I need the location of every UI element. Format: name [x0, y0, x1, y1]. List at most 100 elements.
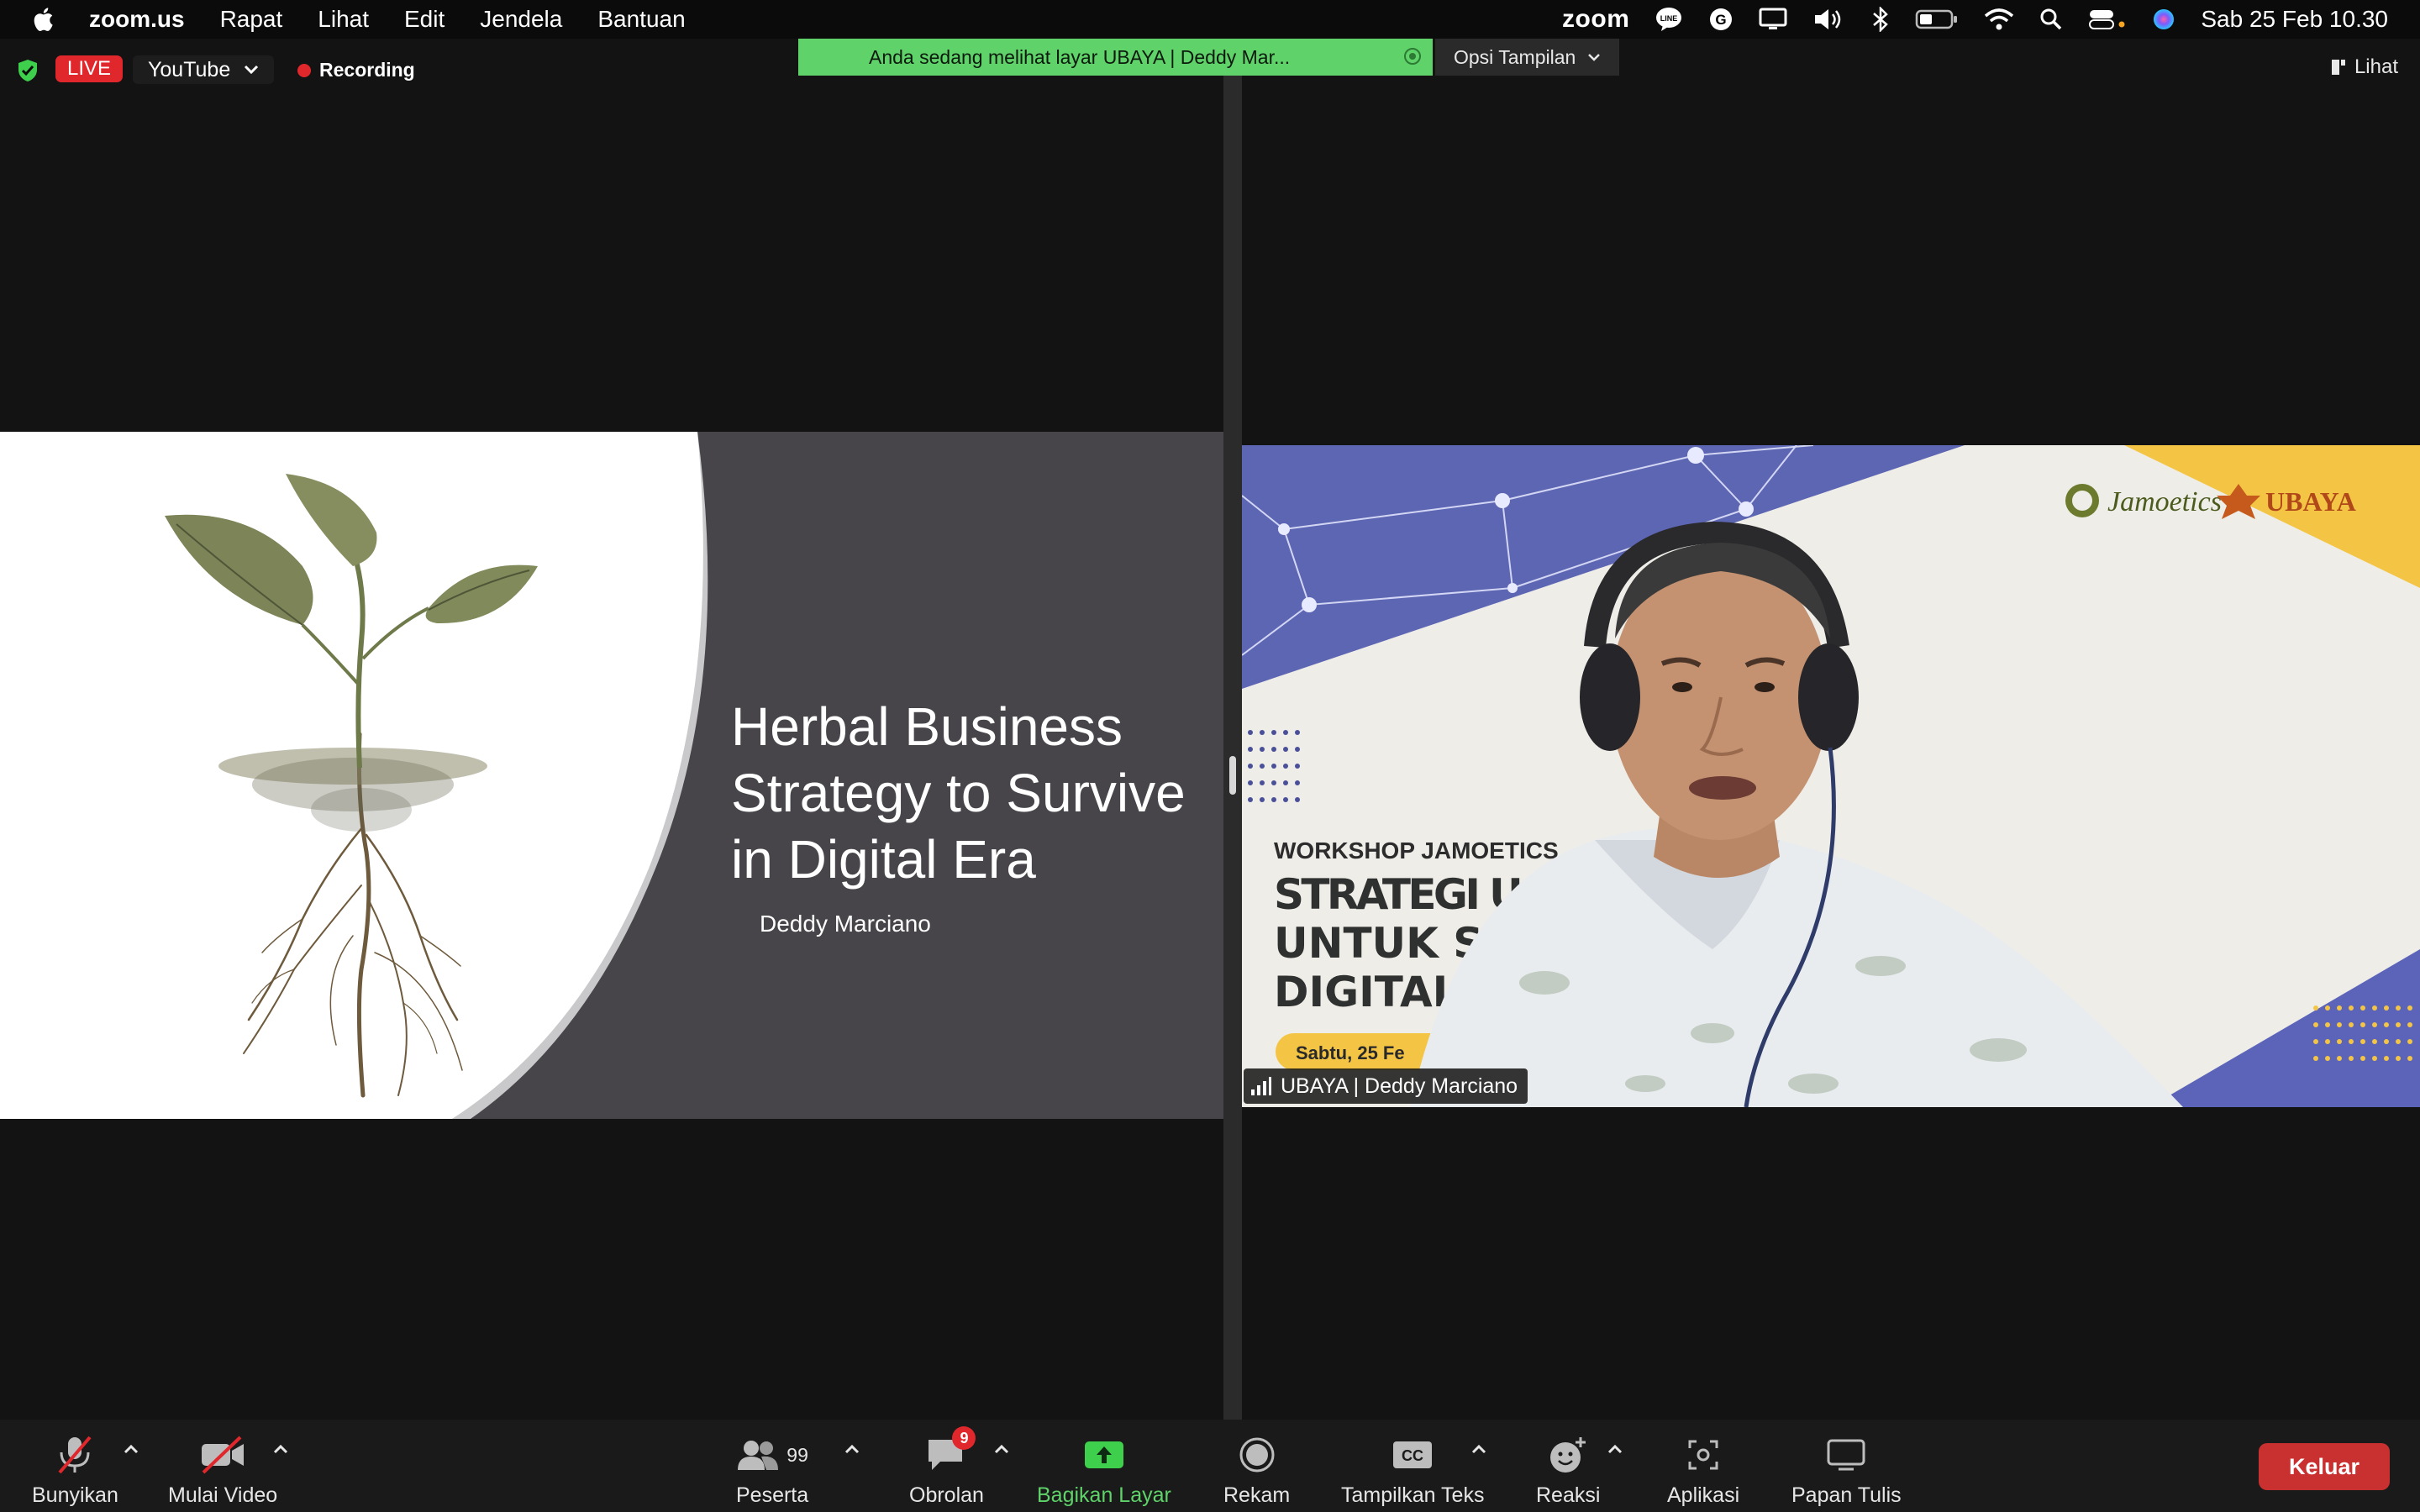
- share-screen-button[interactable]: Bagikan Layar: [1037, 1431, 1171, 1508]
- display-icon[interactable]: [1759, 8, 1787, 31]
- reactions-button[interactable]: Reaksi: [1536, 1431, 1600, 1508]
- meeting-top-strip: LIVE YouTube Recording Anda sedang melih…: [0, 39, 2420, 99]
- live-badge[interactable]: LIVE: [55, 55, 124, 82]
- video-camera-off-icon: [202, 1436, 245, 1474]
- bluetooth-icon[interactable]: [1871, 7, 1890, 32]
- connection-strength-icon: [1251, 1077, 1271, 1095]
- participant-name: UBAYA | Deddy Marciano: [1281, 1074, 1518, 1098]
- participant-count: 99: [786, 1443, 808, 1466]
- share-status-icon: [1404, 48, 1421, 65]
- chat-options-caret-icon[interactable]: [993, 1443, 1010, 1455]
- jamoetics-logo: Jamoetics: [2065, 484, 2222, 517]
- grammarly-icon[interactable]: G: [1708, 7, 1733, 32]
- siri-icon[interactable]: [2152, 8, 2175, 31]
- line-app-icon[interactable]: LINE: [1655, 7, 1683, 32]
- wifi-icon[interactable]: [1984, 8, 2014, 31]
- encryption-shield-icon[interactable]: [17, 59, 39, 82]
- show-captions-button[interactable]: CC Tampilkan Teks: [1341, 1431, 1484, 1508]
- view-options-dropdown[interactable]: Opsi Tampilan: [1435, 39, 1620, 76]
- divider-drag-handle[interactable]: [1229, 756, 1236, 795]
- audio-options-caret-icon[interactable]: [123, 1443, 139, 1455]
- video-options-caret-icon[interactable]: [272, 1443, 289, 1455]
- menu-bantuan[interactable]: Bantuan: [597, 6, 685, 33]
- reactions-label: Reaksi: [1536, 1483, 1601, 1507]
- menu-rapat[interactable]: Rapat: [220, 6, 283, 33]
- menu-bar-status-area: zoom LINE G Sab 25 Feb 10.30: [1562, 0, 2420, 39]
- chat-label: Obrolan: [909, 1483, 984, 1507]
- slide-presenter-name: Deddy Marciano: [760, 911, 931, 937]
- virtual-background: Jamoetics UBAYA WORKSHOP JAMOETICS STRAT…: [1242, 445, 2420, 1107]
- banner-line-3: DIGITAL: [1274, 968, 1460, 1016]
- shared-screen-slide: Herbal Business Strategy to Survive in D…: [0, 432, 1223, 1119]
- record-button[interactable]: Rekam: [1223, 1431, 1290, 1508]
- view-layout-button[interactable]: Lihat: [2331, 55, 2398, 79]
- volume-icon[interactable]: [1812, 8, 1846, 31]
- workshop-label: WORKSHOP JAMOETICS: [1274, 837, 1559, 864]
- record-label: Rekam: [1223, 1483, 1291, 1507]
- share-screen-icon: [1084, 1441, 1123, 1468]
- meeting-controls-toolbar: Bunyikan Mulai Video 99 Peserta 9 Obrola…: [0, 1420, 2420, 1512]
- participants-options-caret-icon[interactable]: [844, 1443, 860, 1455]
- participant-name-tag: UBAYA | Deddy Marciano: [1244, 1068, 1528, 1104]
- participants-button[interactable]: 99 Peserta: [736, 1431, 808, 1508]
- live-stream-target-dropdown[interactable]: YouTube: [133, 55, 275, 84]
- apps-button[interactable]: Aplikasi: [1667, 1431, 1739, 1508]
- start-video-button[interactable]: Mulai Video: [168, 1431, 277, 1508]
- date-pill-text: Sabtu, 25 Fe: [1296, 1042, 1405, 1063]
- chat-unread-badge: 9: [952, 1426, 976, 1450]
- view-options-label: Opsi Tampilan: [1454, 45, 1576, 68]
- svg-text:CC: CC: [1402, 1447, 1423, 1464]
- unmute-button[interactable]: Bunyikan: [32, 1431, 118, 1508]
- slide-title-line-2: Strategy to Survive: [731, 763, 1186, 823]
- live-stream-target-label: YouTube: [148, 57, 231, 81]
- apps-icon: [1688, 1440, 1718, 1470]
- slide-title-line-3: in Digital Era: [731, 829, 1036, 890]
- recording-indicator[interactable]: Recording: [297, 59, 415, 81]
- apple-icon[interactable]: [30, 5, 59, 34]
- share-banner-text: Anda sedang melihat layar UBAYA | Deddy …: [869, 45, 1291, 68]
- show-captions-label: Tampilkan Teks: [1341, 1483, 1485, 1507]
- screen-share-banner[interactable]: Anda sedang melihat layar UBAYA | Deddy …: [798, 39, 1433, 76]
- reactions-options-caret-icon[interactable]: [1607, 1443, 1623, 1455]
- control-center-icon[interactable]: [2088, 8, 2127, 31]
- start-video-label: Mulai Video: [168, 1483, 278, 1507]
- chevron-down-icon: [245, 65, 259, 75]
- recording-dot-icon: [297, 63, 311, 77]
- closed-captions-icon: CC: [1393, 1441, 1433, 1468]
- svg-text:Jamoetics: Jamoetics: [2107, 486, 2222, 517]
- speaker-video-tile[interactable]: Jamoetics UBAYA WORKSHOP JAMOETICS STRAT…: [1242, 445, 2420, 1107]
- captions-options-caret-icon[interactable]: [1470, 1443, 1487, 1455]
- split-view-divider[interactable]: [1223, 76, 1242, 1420]
- view-layout-label: Lihat: [2354, 55, 2398, 78]
- apps-label: Aplikasi: [1667, 1483, 1740, 1507]
- svg-text:LINE: LINE: [1660, 14, 1678, 23]
- recording-label: Recording: [319, 59, 415, 81]
- layout-icon: [2331, 60, 2345, 75]
- menu-bar-clock[interactable]: Sab 25 Feb 10.30: [2201, 6, 2388, 33]
- record-icon: [1239, 1437, 1275, 1473]
- leave-meeting-button[interactable]: Keluar: [2259, 1443, 2390, 1490]
- whiteboard-icon: [1827, 1439, 1865, 1471]
- menu-edit[interactable]: Edit: [404, 6, 445, 33]
- menu-jendela[interactable]: Jendela: [480, 6, 562, 33]
- slide-title: Herbal Business Strategy to Survive in D…: [731, 694, 1202, 893]
- whiteboard-label: Papan Tulis: [1791, 1483, 1902, 1507]
- participants-label: Peserta: [736, 1483, 809, 1507]
- spotlight-search-icon[interactable]: [2039, 8, 2063, 31]
- microphone-muted-icon: [58, 1436, 92, 1474]
- unmute-label: Bunyikan: [32, 1483, 118, 1507]
- slide-title-line-1: Herbal Business: [731, 696, 1123, 757]
- battery-icon[interactable]: [1915, 8, 1959, 30]
- whiteboard-button[interactable]: Papan Tulis: [1791, 1431, 1902, 1508]
- share-screen-label: Bagikan Layar: [1037, 1483, 1171, 1507]
- app-name-menu[interactable]: zoom.us: [89, 6, 185, 33]
- menu-lihat[interactable]: Lihat: [318, 6, 369, 33]
- zoom-status-item[interactable]: zoom: [1562, 5, 1629, 34]
- macos-menu-bar: zoom.us Rapat Lihat Edit Jendela Bantuan…: [0, 0, 2420, 39]
- participants-icon: [738, 1441, 779, 1470]
- svg-text:G: G: [1716, 12, 1727, 28]
- chevron-down-icon: [1588, 54, 1601, 61]
- chat-button[interactable]: 9 Obrolan: [909, 1426, 984, 1508]
- emoji-reaction-icon: [1550, 1437, 1586, 1473]
- svg-text:UBAYA: UBAYA: [2265, 486, 2356, 517]
